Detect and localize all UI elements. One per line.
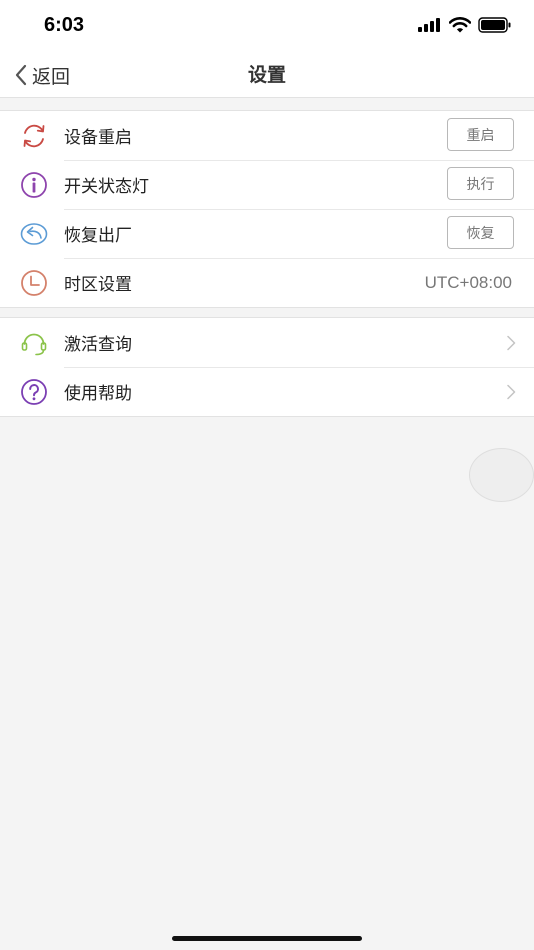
timezone-value: UTC+08:00 — [424, 272, 512, 292]
headset-icon — [21, 333, 47, 356]
refresh-icon — [23, 124, 45, 148]
device-restart-label: 设备重启 — [64, 128, 132, 148]
settings-group-info: 激活查询 使用帮助 — [0, 317, 534, 417]
question-icon — [21, 379, 47, 405]
back-button[interactable]: 返回 — [14, 52, 70, 98]
chevron-right-icon — [507, 384, 516, 400]
factory-reset-row: 恢复出厂 恢复 — [0, 209, 534, 258]
nav-bar: 返回 设置 — [0, 52, 534, 98]
floating-assistive-button[interactable] — [469, 448, 534, 502]
cellular-signal-icon — [418, 18, 440, 32]
timezone-label: 时区设置 — [64, 275, 132, 295]
restore-button[interactable]: 恢复 — [447, 216, 514, 249]
info-icon — [21, 172, 47, 198]
factory-reset-label: 恢复出厂 — [64, 226, 132, 246]
status-bar: 6:03 — [0, 0, 534, 52]
status-light-row: 开关状态灯 执行 — [0, 160, 534, 209]
help-row[interactable]: 使用帮助 — [0, 367, 534, 416]
settings-group-device: 设备重启 重启 开关状态灯 执行 恢复出厂 恢复 时区设置 UTC+08:00 — [0, 110, 534, 308]
undo-icon — [20, 223, 48, 245]
status-time: 6:03 — [44, 14, 85, 36]
chevron-left-icon — [15, 64, 27, 86]
battery-icon — [478, 17, 511, 33]
page-title: 设置 — [247, 64, 286, 86]
activation-query-row[interactable]: 激活查询 — [0, 318, 534, 367]
wifi-icon — [449, 17, 471, 33]
chevron-right-icon — [507, 335, 516, 351]
clock-icon — [21, 270, 47, 296]
status-light-label: 开关状态灯 — [64, 177, 149, 197]
restart-button[interactable]: 重启 — [447, 118, 514, 151]
home-indicator[interactable] — [172, 936, 362, 941]
device-restart-row: 设备重启 重启 — [0, 111, 534, 160]
status-icons — [418, 17, 512, 33]
back-label: 返回 — [32, 65, 71, 88]
activation-query-label: 激活查询 — [64, 335, 132, 355]
timezone-row[interactable]: 时区设置 UTC+08:00 — [0, 258, 534, 307]
help-label: 使用帮助 — [64, 384, 132, 404]
execute-button[interactable]: 执行 — [447, 167, 514, 200]
